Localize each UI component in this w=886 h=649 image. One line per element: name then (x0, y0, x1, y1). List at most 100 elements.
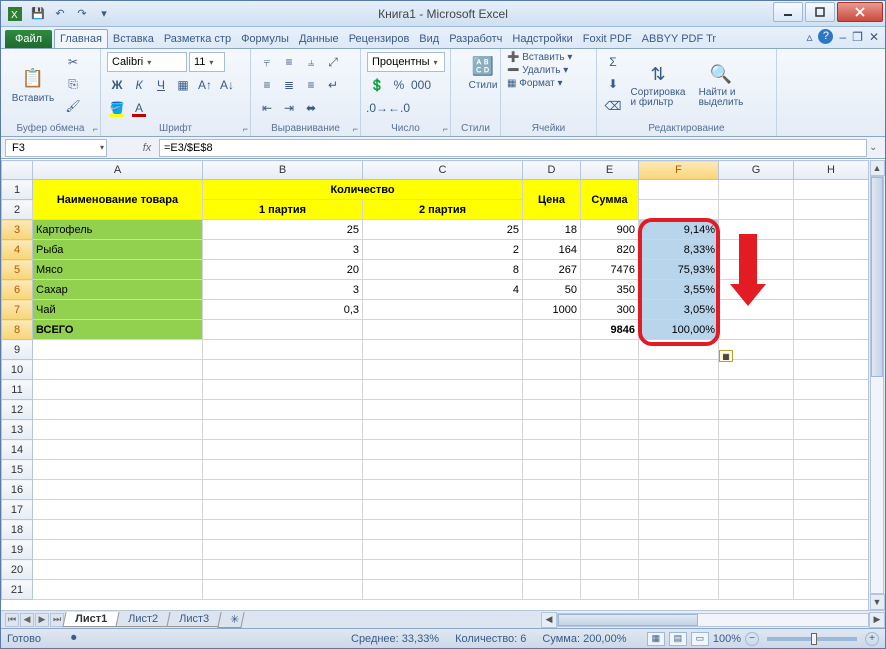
col-header-b[interactable]: B (203, 161, 363, 180)
tab-insert[interactable]: Вставка (108, 30, 159, 48)
cell[interactable] (203, 420, 363, 440)
select-all-cell[interactable] (2, 161, 33, 180)
underline-button[interactable]: Ч (151, 75, 171, 95)
cell[interactable]: Рыба (33, 240, 203, 260)
cell[interactable]: 0,3 (203, 300, 363, 320)
row-header[interactable]: 19 (2, 540, 33, 560)
tab-data[interactable]: Данные (294, 30, 344, 48)
name-box[interactable]: F3▾ (5, 139, 107, 157)
clear-button[interactable]: ⌫ (603, 96, 623, 116)
cell[interactable] (719, 540, 794, 560)
close-button[interactable] (837, 2, 883, 22)
cell[interactable] (203, 480, 363, 500)
dialog-launcher-icon[interactable]: ⌐ (243, 124, 248, 134)
cell[interactable] (363, 380, 523, 400)
cell[interactable] (794, 200, 869, 220)
cell[interactable] (581, 440, 639, 460)
paste-button[interactable]: 📋 Вставить (7, 52, 59, 116)
cell[interactable] (581, 360, 639, 380)
find-select-button[interactable]: 🔍 Найти и выделить (693, 52, 749, 116)
border-button[interactable]: ▦ (173, 75, 193, 95)
row-header[interactable]: 3 (2, 220, 33, 240)
cell[interactable] (719, 560, 794, 580)
cell[interactable]: Сахар (33, 280, 203, 300)
cell[interactable]: 8 (363, 260, 523, 280)
cell[interactable]: 25 (203, 220, 363, 240)
cell[interactable] (523, 320, 581, 340)
autosum-button[interactable]: Σ (603, 52, 623, 72)
currency-button[interactable]: 💲 (367, 75, 387, 95)
tab-formulas[interactable]: Формулы (236, 30, 294, 48)
cell[interactable] (203, 580, 363, 600)
cut-button[interactable]: ✂ (63, 52, 83, 72)
cell[interactable] (33, 340, 203, 360)
row-header[interactable]: 8 (2, 320, 33, 340)
cell[interactable] (639, 380, 719, 400)
cell[interactable] (523, 360, 581, 380)
row-header[interactable]: 1 (2, 180, 33, 200)
cell[interactable] (719, 320, 794, 340)
redo-button[interactable]: ↷ (73, 5, 91, 23)
number-format-combo[interactable]: Процентны▾ (367, 52, 445, 72)
dialog-launcher-icon[interactable]: ⌐ (93, 124, 98, 134)
cell[interactable]: 20 (203, 260, 363, 280)
cell[interactable] (523, 500, 581, 520)
col-header-f[interactable]: F (639, 161, 719, 180)
decrease-font-button[interactable]: A↓ (217, 75, 237, 95)
cell[interactable] (363, 420, 523, 440)
fill-button[interactable]: ⬇ (603, 74, 623, 94)
horizontal-scrollbar[interactable]: ◀ ▶ (541, 610, 885, 628)
cell[interactable] (363, 360, 523, 380)
cell[interactable]: 3,55% (639, 280, 719, 300)
view-pagebreak-button[interactable]: ▭ (691, 632, 709, 646)
zoom-level[interactable]: 100% (713, 633, 741, 645)
percent-button[interactable]: % (389, 75, 409, 95)
col-header-c[interactable]: C (363, 161, 523, 180)
cell[interactable] (33, 480, 203, 500)
cell[interactable] (363, 400, 523, 420)
cell[interactable]: 50 (523, 280, 581, 300)
cell[interactable] (523, 440, 581, 460)
row-header[interactable]: 14 (2, 440, 33, 460)
cell[interactable] (581, 340, 639, 360)
scroll-thumb[interactable] (558, 614, 698, 626)
file-tab[interactable]: Файл (5, 30, 52, 48)
cell[interactable] (581, 580, 639, 600)
tab-foxit[interactable]: Foxit PDF (578, 30, 637, 48)
font-name-combo[interactable]: Calibri▾ (107, 52, 187, 72)
cell[interactable] (719, 400, 794, 420)
tab-review[interactable]: Рецензиров (344, 30, 415, 48)
wrap-text-button[interactable]: ↵ (323, 75, 343, 95)
cell[interactable] (363, 300, 523, 320)
cell[interactable] (639, 520, 719, 540)
cell[interactable] (794, 380, 869, 400)
cell[interactable] (581, 380, 639, 400)
cell[interactable] (33, 500, 203, 520)
scroll-right-icon[interactable]: ▶ (869, 612, 885, 628)
row-header[interactable]: 10 (2, 360, 33, 380)
cell[interactable] (523, 340, 581, 360)
cell[interactable] (203, 380, 363, 400)
cell[interactable] (363, 320, 523, 340)
dialog-launcher-icon[interactable]: ⌐ (443, 124, 448, 134)
cell[interactable] (639, 180, 719, 200)
cell[interactable] (639, 500, 719, 520)
cell[interactable] (719, 440, 794, 460)
cell[interactable] (581, 520, 639, 540)
align-top-button[interactable]: ⫧ (257, 52, 277, 72)
align-right-button[interactable]: ≡ (301, 75, 321, 95)
cell[interactable] (581, 400, 639, 420)
cell[interactable] (639, 420, 719, 440)
cell[interactable] (639, 440, 719, 460)
cell[interactable] (581, 480, 639, 500)
cell[interactable]: 350 (581, 280, 639, 300)
align-center-button[interactable]: ≣ (279, 75, 299, 95)
cell[interactable] (794, 480, 869, 500)
cell[interactable] (719, 500, 794, 520)
cell[interactable] (581, 540, 639, 560)
cell[interactable] (523, 420, 581, 440)
minimize-ribbon-icon[interactable]: ▵ (806, 30, 812, 44)
cell[interactable]: 75,93% (639, 260, 719, 280)
cell[interactable] (719, 300, 794, 320)
cell[interactable] (33, 380, 203, 400)
